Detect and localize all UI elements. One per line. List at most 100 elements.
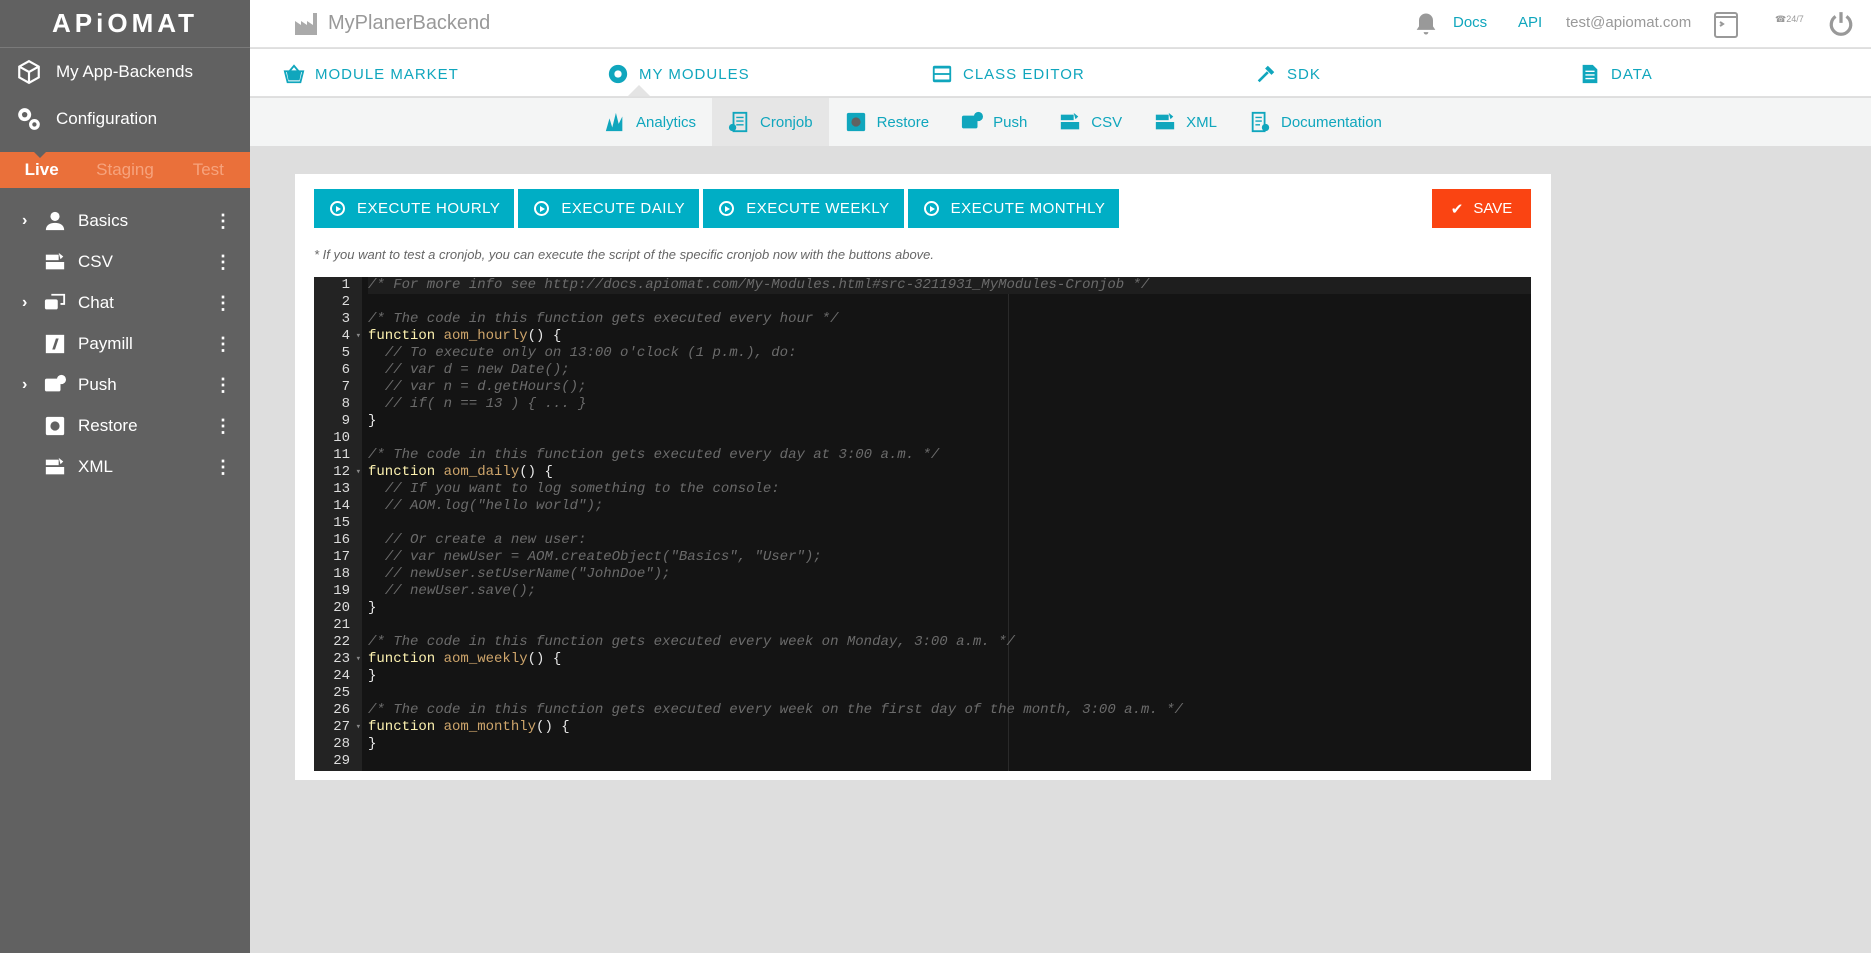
sidebar-module-basics[interactable]: › Basics ⋮ (0, 200, 250, 241)
user-email[interactable]: test@apiomat.com (1566, 14, 1691, 31)
line-number: 4 (314, 328, 362, 345)
code-token: function (368, 719, 436, 735)
code-content[interactable]: /* For more info see http://docs.apiomat… (368, 277, 1531, 770)
code-token: } (368, 600, 377, 616)
api-link[interactable]: API (1518, 14, 1542, 31)
button-label: EXECUTE WEEKLY (746, 200, 890, 217)
subtab-analytics[interactable]: Analytics (588, 98, 712, 146)
gears-icon (18, 107, 40, 130)
execute-hourly-button[interactable]: EXECUTE HOURLY (314, 189, 515, 228)
code-line: function aom_daily() { (368, 464, 1531, 481)
more-vertical-icon[interactable]: ⋮ (214, 417, 232, 435)
power-icon[interactable] (1828, 11, 1854, 37)
code-token: } (368, 668, 377, 684)
module-label: Push (78, 374, 117, 394)
more-vertical-icon[interactable]: ⋮ (214, 335, 232, 353)
nav-label: SDK (1287, 65, 1321, 83)
sidebar-my-app-backends[interactable]: My App-Backends (0, 48, 250, 95)
more-vertical-icon[interactable]: ⋮ (214, 376, 232, 394)
subtab-push[interactable]: Push (945, 98, 1043, 146)
module-icon (44, 252, 66, 272)
sidebar-item-label: Configuration (56, 108, 158, 128)
play-circle-icon (534, 201, 550, 216)
apiomat-logo[interactable]: APiOMAT (0, 0, 250, 48)
terminal-icon[interactable] (1714, 12, 1738, 38)
code-token: aom_monthly (443, 719, 537, 735)
docs-link[interactable]: Docs (1453, 14, 1487, 31)
chevron-right-icon[interactable]: › (22, 376, 44, 394)
code-line: // var n = d.getHours(); (368, 379, 1531, 396)
gear-icon (608, 64, 628, 84)
push-icon (962, 111, 984, 129)
env-tab-live[interactable]: Live (0, 160, 83, 180)
sidebar-module-csv[interactable]: CSV ⋮ (0, 241, 250, 282)
subtab-label: XML (1186, 113, 1217, 131)
more-vertical-icon[interactable]: ⋮ (214, 253, 232, 271)
nav-label: MY MODULES (639, 65, 750, 83)
sidebar-module-paymill[interactable]: Paymill ⋮ (0, 323, 250, 364)
execute-daily-button[interactable]: EXECUTE DAILY (518, 189, 700, 228)
sidebar: APiOMAT My App-Backends Configuration Li… (0, 0, 250, 953)
save-button[interactable]: ✔ SAVE (1432, 189, 1531, 228)
code-line: function aom_monthly() { (368, 719, 1531, 736)
subtab-label: Analytics (636, 113, 697, 131)
subtab-csv[interactable]: CSV (1043, 98, 1138, 146)
chevron-right-icon[interactable]: › (22, 212, 44, 230)
code-token: // If you want to log something to the c… (384, 481, 780, 497)
more-vertical-icon[interactable]: ⋮ (214, 458, 232, 476)
push-icon (44, 374, 66, 391)
nav-class-editor[interactable]: CLASS EDITOR (931, 63, 1085, 85)
sidebar-configuration[interactable]: Configuration (0, 95, 250, 142)
code-line: /* The code in this function gets execut… (368, 702, 1531, 719)
nav-my-modules[interactable]: MY MODULES (607, 63, 750, 85)
subtab-documentation[interactable]: Documentation (1233, 98, 1398, 146)
code-line: /* For more info see http://docs.apiomat… (368, 277, 1531, 294)
code-line: // if( n == 13 ) { ... } (368, 396, 1531, 413)
check-icon: ✔ (1450, 200, 1464, 218)
nav-module-market[interactable]: MODULE MARKET (283, 63, 459, 85)
subtab-restore[interactable]: Restore (829, 98, 946, 146)
line-number: 28 (333, 736, 350, 752)
code-editor[interactable]: 1234567891011121314151617181920212223242… (314, 277, 1531, 771)
code-token: /* For more info see http://docs.apiomat… (368, 277, 1150, 293)
more-vertical-icon[interactable]: ⋮ (214, 212, 232, 230)
bell-icon[interactable] (1412, 10, 1440, 38)
cube-icon (18, 59, 40, 84)
sidebar-module-restore[interactable]: Restore ⋮ (0, 405, 250, 446)
chevron-right-icon[interactable]: › (22, 294, 44, 312)
module-label: Basics (78, 210, 129, 230)
subtab-label: CSV (1091, 113, 1123, 131)
app-title[interactable]: MyPlanerBackend (294, 12, 490, 35)
sidebar-module-push[interactable]: › Push ⋮ (0, 364, 250, 405)
code-token: /* The code in this function gets execut… (368, 634, 1015, 650)
line-number: 19 (333, 583, 350, 599)
env-tab-test[interactable]: Test (167, 160, 250, 180)
more-vertical-icon[interactable]: ⋮ (214, 294, 232, 312)
basket-icon (283, 64, 305, 84)
env-tab-staging[interactable]: Staging (83, 160, 166, 180)
sidebar-module-chat[interactable]: › Chat ⋮ (0, 282, 250, 323)
subtab-xml[interactable]: XML (1138, 98, 1233, 146)
code-token: aom_hourly (443, 328, 528, 344)
subtab-label: Restore (876, 113, 930, 131)
code-token: /* The code in this function gets execut… (368, 702, 1183, 718)
execute-monthly-button[interactable]: EXECUTE MONTHLY (907, 189, 1120, 228)
module-label: CSV (78, 251, 113, 271)
execute-weekly-button[interactable]: EXECUTE WEEKLY (703, 189, 904, 228)
subtab-cronjob[interactable]: Cronjob (712, 98, 829, 146)
csv-icon (1061, 112, 1080, 130)
line-number: 14 (333, 498, 350, 514)
nav-sdk[interactable]: SDK (1255, 63, 1321, 85)
support-phone[interactable]: ☎24/7 (1775, 14, 1804, 25)
sidebar-module-xml[interactable]: XML ⋮ (0, 446, 250, 487)
line-number: 3 (341, 311, 350, 327)
nav-data[interactable]: DATA (1579, 63, 1653, 85)
code-token: // AOM.log("hello world"); (384, 498, 604, 514)
restore-icon (45, 416, 65, 435)
